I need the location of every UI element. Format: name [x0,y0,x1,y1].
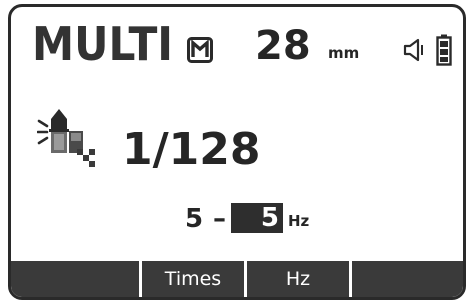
frequency-value-selected[interactable]: 5 [231,203,283,233]
mode-label: MULTI [32,17,174,71]
multi-flash-icon [37,109,95,167]
focal-length-value: 28 [255,23,311,69]
battery-icon [436,34,452,66]
frequency-unit: Hz [288,212,310,230]
focal-length-unit: mm [328,44,360,62]
softkey-bar: Times Hz [11,261,463,297]
softkey-times[interactable]: Times [142,261,244,297]
flash-lcd-display: MULTI 28 mm 1/128 5 – 5 Hz Times Hz [8,4,466,300]
power-ratio-value: 1/128 [122,124,261,175]
times-value: 5 [185,204,204,234]
flash-head-icon [187,37,213,63]
separator-dash: – [213,204,226,234]
speaker-icon [403,38,423,62]
softkey-4[interactable] [352,261,463,297]
softkey-1[interactable] [11,261,139,297]
softkey-hz[interactable]: Hz [247,261,349,297]
